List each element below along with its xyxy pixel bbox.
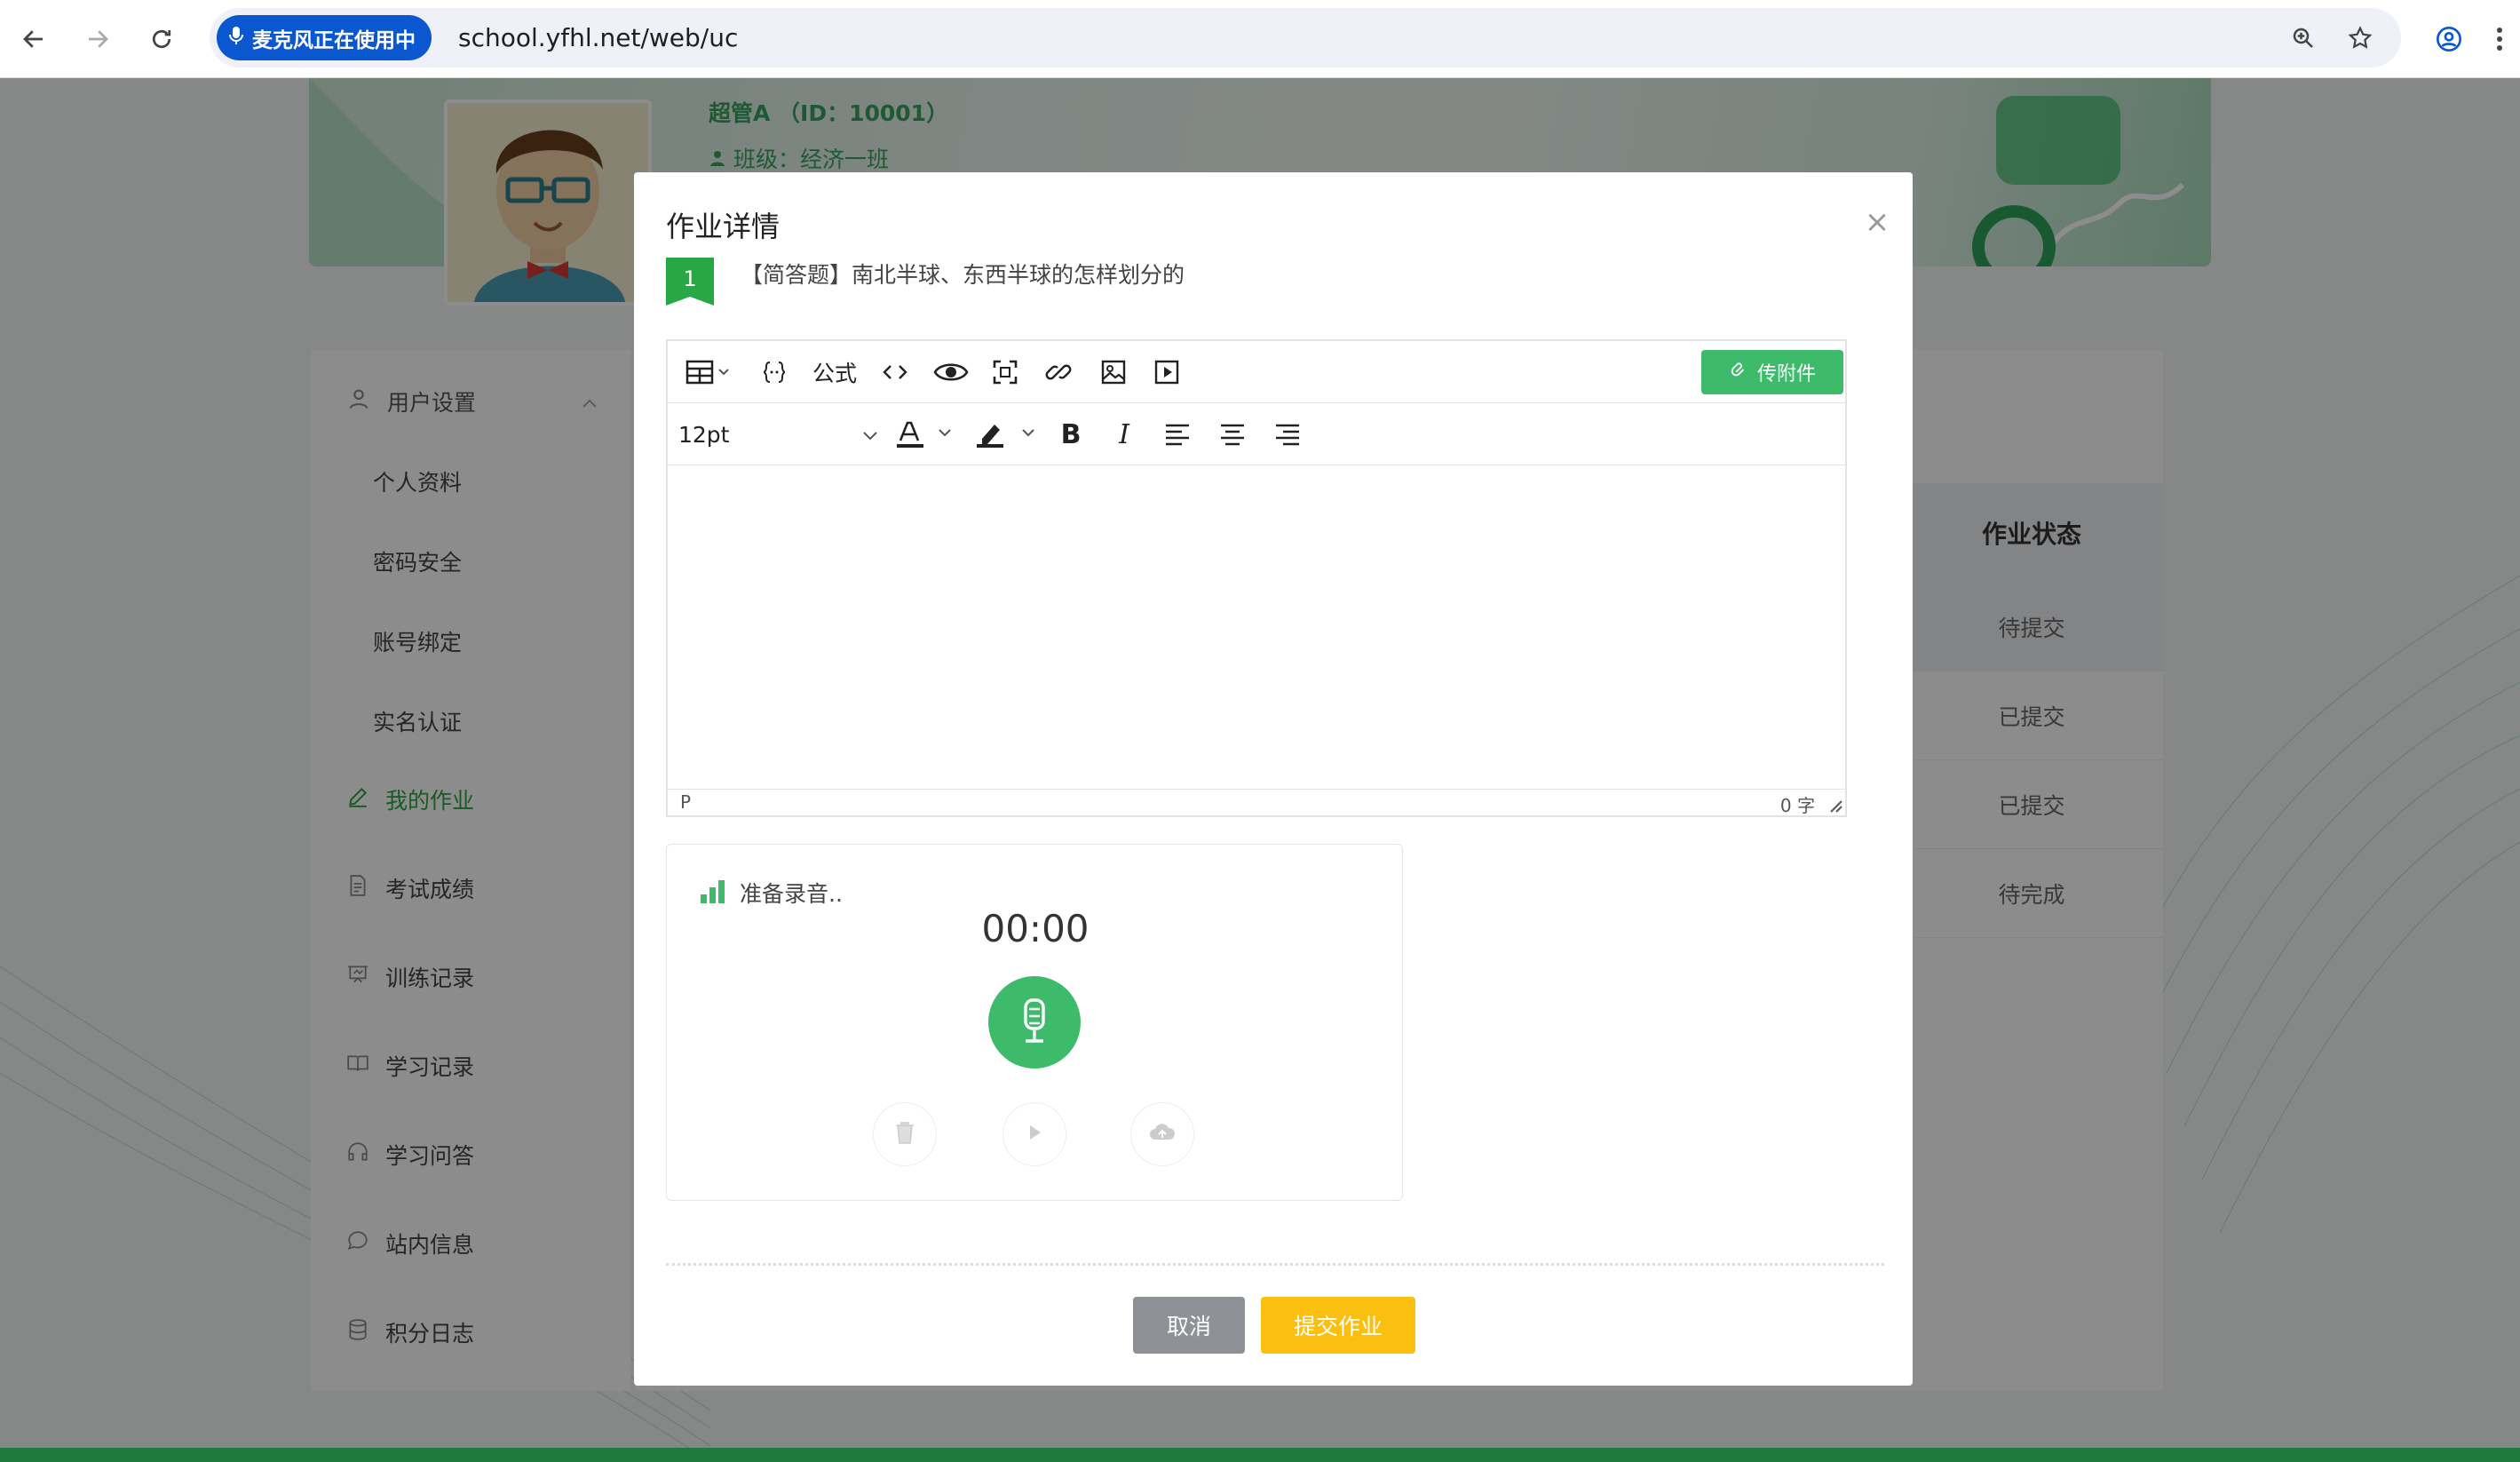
trash-icon [893, 1120, 916, 1148]
table-icon[interactable] [678, 353, 739, 392]
microphone-icon [1015, 997, 1054, 1048]
element-path: P [680, 791, 692, 813]
cloud-upload-icon [1148, 1122, 1177, 1147]
microphone-in-use-chip[interactable]: 麦克风正在使用中 [217, 15, 432, 60]
submit-homework-button[interactable]: 提交作业 [1261, 1297, 1415, 1354]
mic-chip-label: 麦克风正在使用中 [252, 28, 416, 52]
rich-text-editor: 公式 传附件 12pt B I P 0 字 [666, 339, 1847, 817]
attach-file-button[interactable]: 传附件 [1701, 350, 1843, 394]
zoom-icon[interactable] [2284, 19, 2323, 58]
link-icon[interactable] [1041, 353, 1076, 392]
font-size-select[interactable]: 12pt [678, 415, 879, 454]
preview-eye-icon[interactable] [931, 353, 971, 392]
reload-icon[interactable] [140, 18, 183, 60]
footer-bar [0, 1448, 2520, 1462]
text-color-icon[interactable] [892, 415, 963, 454]
fullscreen-icon[interactable] [987, 353, 1023, 392]
bookmark-star-icon[interactable] [2341, 19, 2380, 58]
homework-detail-modal: 作业详情 × 1 【简答题】南北半球、东西半球的怎样划分的 公式 传附件 12p… [634, 172, 1913, 1386]
question-number: 1 [683, 266, 697, 291]
resize-handle-icon[interactable] [1827, 797, 1843, 818]
delete-recording-button[interactable] [873, 1102, 937, 1166]
bold-icon[interactable]: B [1053, 415, 1089, 454]
modal-divider [666, 1263, 1884, 1266]
editor-content-area[interactable] [668, 465, 1845, 789]
source-code-icon[interactable] [877, 353, 913, 392]
word-count: 0 字 [1779, 795, 1815, 816]
font-size-value: 12pt [678, 421, 730, 448]
voice-recorder: 准备录音.. 00:00 [666, 844, 1403, 1201]
play-icon [1026, 1123, 1043, 1146]
question-number-badge: 1 [666, 258, 714, 306]
close-icon[interactable]: × [1859, 204, 1895, 240]
modal-title: 作业详情 [666, 210, 781, 243]
formula-button[interactable]: 公式 [808, 353, 861, 392]
image-icon[interactable] [1096, 353, 1131, 392]
highlight-color-icon[interactable] [971, 415, 1046, 454]
chevron-down-icon [861, 422, 879, 448]
recorder-status-text: 准备录音.. [740, 881, 843, 907]
question-text: 【简答题】南北半球、东西半球的怎样划分的 [741, 262, 1185, 288]
align-left-icon[interactable] [1160, 415, 1195, 454]
cancel-button[interactable]: 取消 [1133, 1297, 1245, 1354]
url-text: school.yfhl.net/web/uc [458, 23, 739, 52]
editor-toolbar-row-2: 12pt B I [668, 403, 1845, 465]
forward-icon[interactable] [76, 18, 119, 60]
microphone-icon [227, 25, 245, 52]
upload-recording-button[interactable] [1130, 1102, 1194, 1166]
paperclip-icon [1729, 360, 1748, 385]
profile-icon[interactable] [2428, 18, 2470, 60]
code-sample-icon[interactable] [757, 353, 792, 392]
address-bar[interactable]: 麦克风正在使用中 school.yfhl.net/web/uc [210, 8, 2401, 68]
editor-status-bar: P 0 字 [668, 789, 1845, 817]
browser-toolbar: 麦克风正在使用中 school.yfhl.net/web/uc [0, 0, 2520, 78]
signal-bars-icon [699, 878, 731, 909]
more-menu-icon[interactable] [2486, 18, 2513, 60]
attach-button-label: 传附件 [1756, 363, 1816, 385]
editor-toolbar-row-1: 公式 传附件 [668, 341, 1845, 403]
italic-icon[interactable]: I [1106, 415, 1142, 454]
play-recording-button[interactable] [1002, 1102, 1066, 1166]
recorder-status: 准备录音.. [699, 877, 843, 909]
media-video-icon[interactable] [1149, 353, 1185, 392]
recorder-timer: 00:00 [981, 907, 1090, 950]
align-right-icon[interactable] [1270, 415, 1305, 454]
back-icon[interactable] [12, 18, 55, 60]
align-center-icon[interactable] [1215, 415, 1250, 454]
record-button[interactable] [988, 976, 1081, 1069]
